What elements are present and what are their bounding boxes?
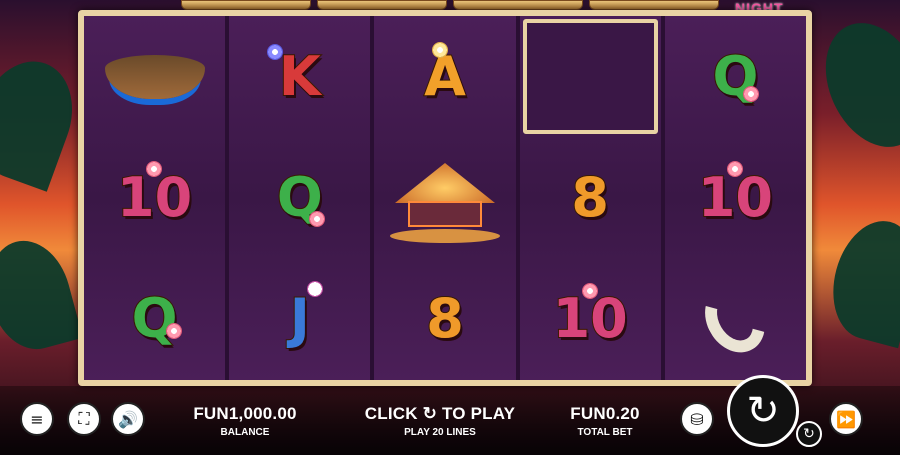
flower-icon — [307, 280, 324, 297]
menu-button[interactable]: ≡ — [20, 402, 54, 436]
spin-button[interactable]: ↻ — [727, 375, 799, 447]
reel-4: 8 10 — [519, 16, 661, 380]
reel-3: A 8 — [374, 16, 516, 380]
symbol-j: J — [289, 287, 311, 351]
play-prompt[interactable]: CLICK ↻ TO PLAY PLAY 20 LINES — [350, 404, 530, 438]
balance-display: FUN1,000.00 BALANCE — [175, 404, 315, 438]
symbol-a: A — [423, 44, 467, 108]
autoplay-button[interactable]: ↻ — [796, 421, 822, 447]
reel-grid: 10 Q K Q J A 8 8 10 Q 10 — [84, 16, 806, 380]
highlight-frame — [522, 19, 658, 135]
symbol-cell: Q — [665, 16, 806, 137]
bet-value: FUN0.20 — [570, 404, 640, 423]
hut-glow — [389, 228, 500, 243]
symbol-cell: 10 — [520, 259, 661, 380]
symbol-ten: 10 — [697, 165, 774, 229]
total-bet-display: FUN0.20 TOTAL BET — [555, 404, 655, 438]
symbol-eight: 8 — [570, 165, 610, 229]
fish-hook-icon — [693, 275, 778, 364]
symbol-cell: 8 — [520, 137, 661, 258]
canoe-symbol — [84, 16, 225, 137]
symbol-cell: 10 — [84, 137, 225, 258]
play-lines-label: PLAY 20 LINES — [404, 427, 476, 438]
reel-2: K Q J — [229, 16, 371, 380]
symbol-cell: 10 — [665, 137, 806, 258]
palm-left-low-icon — [0, 231, 83, 359]
pearl-symbol — [520, 16, 661, 137]
symbol-ten: 10 — [116, 165, 193, 229]
symbol-eight: 8 — [425, 287, 465, 351]
flower-icon — [166, 322, 182, 339]
top-plaque — [589, 0, 719, 10]
flower-icon — [742, 86, 759, 102]
symbol-cell: Q — [84, 259, 225, 380]
symbol-k: K — [278, 44, 322, 108]
symbol-cell: J — [229, 259, 370, 380]
symbol-cell: A — [374, 16, 515, 137]
palm-right-icon — [806, 7, 900, 163]
reel-5: Q 10 — [664, 16, 806, 380]
hut-base — [407, 200, 482, 227]
top-plaque — [181, 0, 311, 10]
click-to-play-text: CLICK ↻ TO PLAY — [364, 404, 516, 423]
hut-symbol — [374, 137, 515, 258]
symbol-cell: Q — [229, 137, 370, 258]
top-plaque — [317, 0, 447, 10]
symbol-cell: K — [229, 16, 370, 137]
fast-play-button[interactable]: ⏩ — [829, 402, 863, 436]
symbol-cell: 8 — [374, 259, 515, 380]
fullscreen-button[interactable]: ⛶ — [67, 402, 101, 436]
palm-left-icon — [0, 48, 88, 192]
bet-label: TOTAL BET — [577, 427, 633, 438]
symbol-ten: 10 — [552, 287, 629, 351]
flower-icon — [581, 282, 598, 299]
bet-coins-button[interactable]: ⛁ — [680, 402, 714, 436]
hut-icon — [389, 153, 500, 243]
hook-symbol — [665, 259, 806, 380]
balance-label: BALANCE — [220, 427, 270, 438]
canoe-icon — [104, 54, 205, 99]
top-plaque — [453, 0, 583, 10]
palm-right-low-icon — [820, 211, 900, 349]
reel-1: 10 Q — [84, 16, 226, 380]
balance-value: FUN1,000.00 — [193, 404, 297, 423]
sound-button[interactable]: 🔊 — [111, 402, 145, 436]
